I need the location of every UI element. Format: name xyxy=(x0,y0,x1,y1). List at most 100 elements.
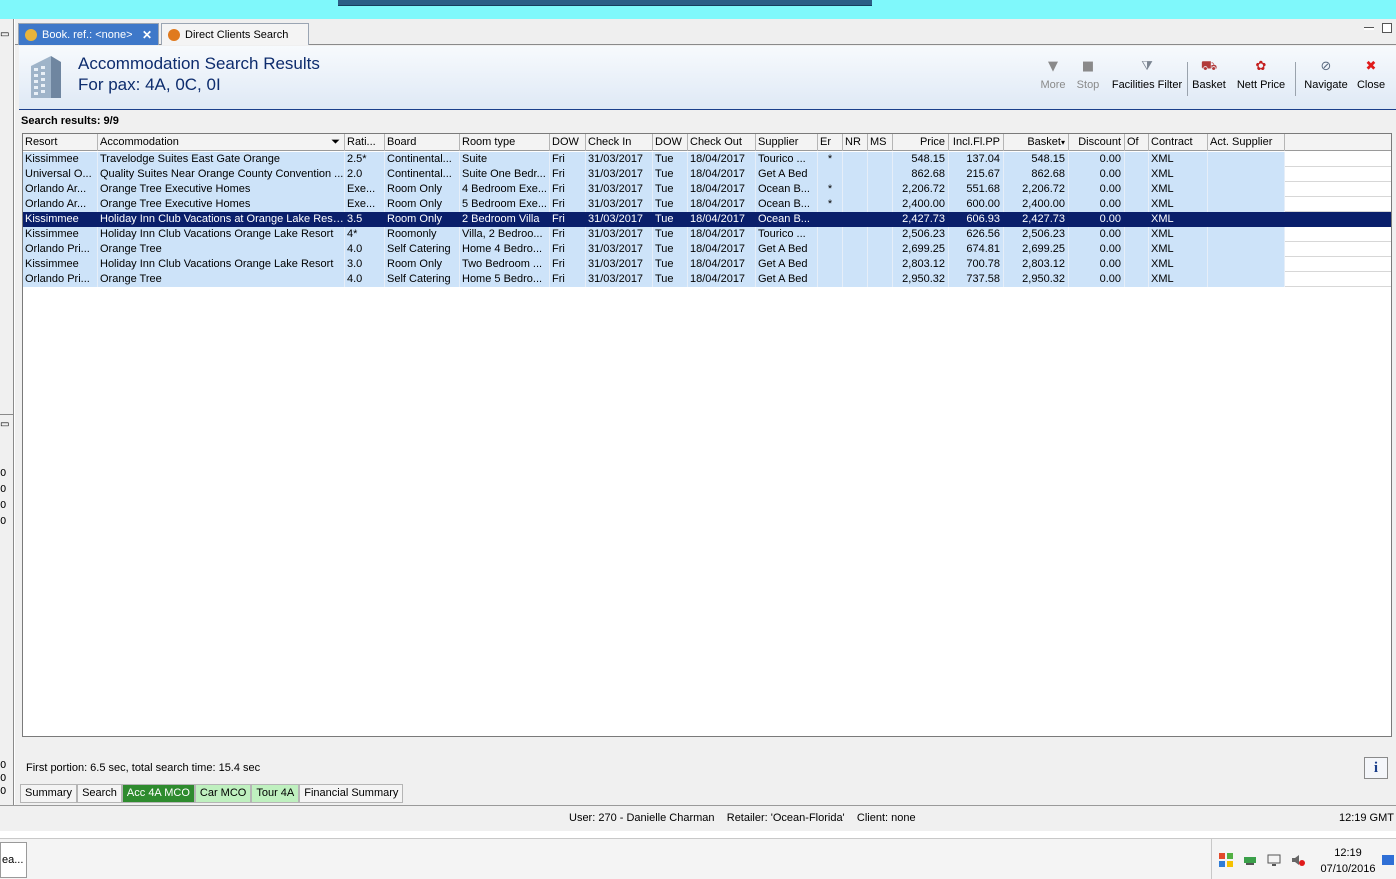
cell-of xyxy=(1125,152,1149,167)
navigate-button[interactable]: ⊘ Navigate xyxy=(1302,60,1350,102)
cell-incl-fl-pp: 215.67 xyxy=(949,167,1004,182)
taskbar-app-button[interactable]: ea... xyxy=(0,842,27,878)
tray-clock[interactable]: 12:19 07/10/2016 xyxy=(1320,845,1376,877)
cell-basket: 862.68 xyxy=(1004,167,1069,182)
cell-act-supplier xyxy=(1208,197,1285,212)
col-basket[interactable]: Basket▾ xyxy=(1004,134,1069,151)
cell-act-supplier xyxy=(1208,257,1285,272)
tab-summary[interactable]: Summary xyxy=(20,785,78,803)
col-dow-out[interactable]: DOW xyxy=(653,134,688,151)
stop-button[interactable]: ■ Stop xyxy=(1073,60,1103,102)
col-nr[interactable]: NR xyxy=(843,134,868,151)
hotel-building-icon xyxy=(31,56,61,98)
cell-ms xyxy=(868,272,893,287)
table-row-selected[interactable]: Kissimmee Holiday Inn Club Vacations at O… xyxy=(23,212,1391,227)
table-row[interactable]: Orlando Ar... Orange Tree Executive Homes… xyxy=(23,197,1285,212)
table-row[interactable]: Kissimmee Holiday Inn Club Vacations Oran… xyxy=(23,227,1285,242)
cell-resort: Kissimmee xyxy=(23,227,98,242)
tab-tour-4a[interactable]: Tour 4A xyxy=(251,785,300,803)
panel-restore-icon-2[interactable]: ▭ xyxy=(0,419,9,430)
cell-check-out: 18/04/2017 xyxy=(688,272,756,287)
tab-label: Book. ref.: <none> xyxy=(42,28,133,41)
status-bar: User: 270 - Danielle Charman Retailer: '… xyxy=(0,805,1396,831)
tab-acc-4a-mco[interactable]: Acc 4A MCO xyxy=(121,785,195,803)
info-button[interactable]: i xyxy=(1364,757,1388,779)
col-basket-label: Basket xyxy=(1027,136,1061,148)
cell-price: 2,400.00 xyxy=(893,197,949,212)
tab-search[interactable]: Search xyxy=(77,785,122,803)
windows-flag-icon[interactable] xyxy=(1219,853,1233,867)
col-contract[interactable]: Contract xyxy=(1149,134,1208,151)
more-triangle-icon: ▼ xyxy=(1048,59,1058,74)
network-icon[interactable] xyxy=(1243,853,1257,867)
facilities-filter-button[interactable]: ⧩ Facilities Filter xyxy=(1106,60,1188,102)
col-ms[interactable]: MS xyxy=(868,134,893,151)
row-gridline xyxy=(1285,167,1391,182)
cell-resort: Universal O... xyxy=(23,167,98,182)
row-gridline xyxy=(1285,272,1391,287)
column-filter-icon[interactable]: ⏷ xyxy=(331,134,340,150)
col-rating[interactable]: Rati... xyxy=(345,134,385,151)
cell-discount: 0.00 xyxy=(1069,197,1125,212)
col-price[interactable]: Price xyxy=(893,134,949,151)
status-user: User: 270 - Danielle Charman xyxy=(569,812,715,824)
cell-act-supplier xyxy=(1208,182,1285,197)
basket-button[interactable]: ⛟ Basket xyxy=(1190,60,1228,102)
cell-room-type: Home 5 Bedro... xyxy=(460,272,550,287)
cell-incl-fl-pp: 737.58 xyxy=(949,272,1004,287)
table-row[interactable]: Orlando Pri... Orange Tree 4.0 Self Caterin… xyxy=(23,242,1285,257)
col-resort[interactable]: Resort xyxy=(23,134,98,151)
col-check-in[interactable]: Check In xyxy=(586,134,653,151)
cell-act-supplier xyxy=(1208,212,1285,227)
cell-incl-fl-pp: 606.93 xyxy=(949,212,1004,227)
col-accommodation[interactable]: Accommodation ⏷ xyxy=(98,134,345,151)
cell-check-in: 31/03/2017 xyxy=(586,182,653,197)
col-dow-in[interactable]: DOW xyxy=(550,134,586,151)
tab-car-mco[interactable]: Car MCO xyxy=(194,785,252,803)
col-of[interactable]: Of xyxy=(1125,134,1149,151)
tab-direct-clients-search[interactable]: Direct Clients Search xyxy=(161,23,309,45)
col-incl-fl-pp[interactable]: Incl.Fl.PP xyxy=(949,134,1004,151)
cell-er xyxy=(818,242,843,257)
cell-supplier: Tourico ... xyxy=(756,152,818,167)
cell-contract: XML xyxy=(1149,227,1208,242)
col-board[interactable]: Board xyxy=(385,134,460,151)
monitor-icon[interactable] xyxy=(1267,853,1281,867)
maximize-icon[interactable] xyxy=(1382,23,1392,33)
tab-booking-ref[interactable]: Book. ref.: <none> ✕ xyxy=(18,23,159,45)
col-supplier[interactable]: Supplier xyxy=(756,134,818,151)
results-table[interactable]: Resort Accommodation ⏷ Rati... Board Roo… xyxy=(22,133,1392,737)
table-row[interactable]: Orlando Pri... Orange Tree 4.0 Self Caterin… xyxy=(23,272,1285,287)
basket-label: Basket xyxy=(1192,79,1226,91)
table-row[interactable]: Universal O... Quality Suites Near Orange… xyxy=(23,167,1285,182)
close-button[interactable]: ✖ Close xyxy=(1355,60,1387,102)
col-room-type[interactable]: Room type xyxy=(460,134,550,151)
cell-check-out: 18/04/2017 xyxy=(688,167,756,182)
cell-rating: 2.0 xyxy=(345,167,385,182)
cell-accommodation: Orange Tree xyxy=(98,272,345,287)
tab-financial-summary[interactable]: Financial Summary xyxy=(299,785,404,803)
col-act-supplier[interactable]: Act. Supplier xyxy=(1208,134,1285,151)
table-row[interactable]: Kissimmee Travelodge Suites East Gate Ora… xyxy=(23,152,1285,167)
clients-search-icon xyxy=(168,28,180,41)
nett-price-button[interactable]: ✿ Nett Price xyxy=(1236,60,1286,102)
more-button[interactable]: ▼ More xyxy=(1035,60,1071,102)
col-check-out[interactable]: Check Out xyxy=(688,134,756,151)
left-panel-digit: 0 xyxy=(0,773,7,784)
speaker-muted-icon[interactable] xyxy=(1291,853,1305,867)
col-discount[interactable]: Discount xyxy=(1069,134,1125,151)
cell-room-type: 5 Bedroom Exe... xyxy=(460,197,550,212)
panel-restore-icon[interactable]: ▭ xyxy=(0,29,9,40)
table-row[interactable]: Kissimmee Holiday Inn Club Vacations Oran… xyxy=(23,257,1285,272)
minimize-icon[interactable] xyxy=(1364,27,1374,30)
cell-contract: XML xyxy=(1149,167,1208,182)
col-er[interactable]: Er xyxy=(818,134,843,151)
table-row[interactable]: Orlando Ar... Orange Tree Executive Homes… xyxy=(23,182,1285,197)
tray-date: 07/10/2016 xyxy=(1320,863,1376,875)
cell-resort: Orlando Ar... xyxy=(23,182,98,197)
close-tab-icon[interactable]: ✕ xyxy=(142,28,152,42)
col-accommodation-label: Accommodation xyxy=(100,136,179,148)
cell-discount: 0.00 xyxy=(1069,242,1125,257)
show-desktop-button[interactable] xyxy=(1382,855,1394,865)
cell-room-type: Villa, 2 Bedroo... xyxy=(460,227,550,242)
